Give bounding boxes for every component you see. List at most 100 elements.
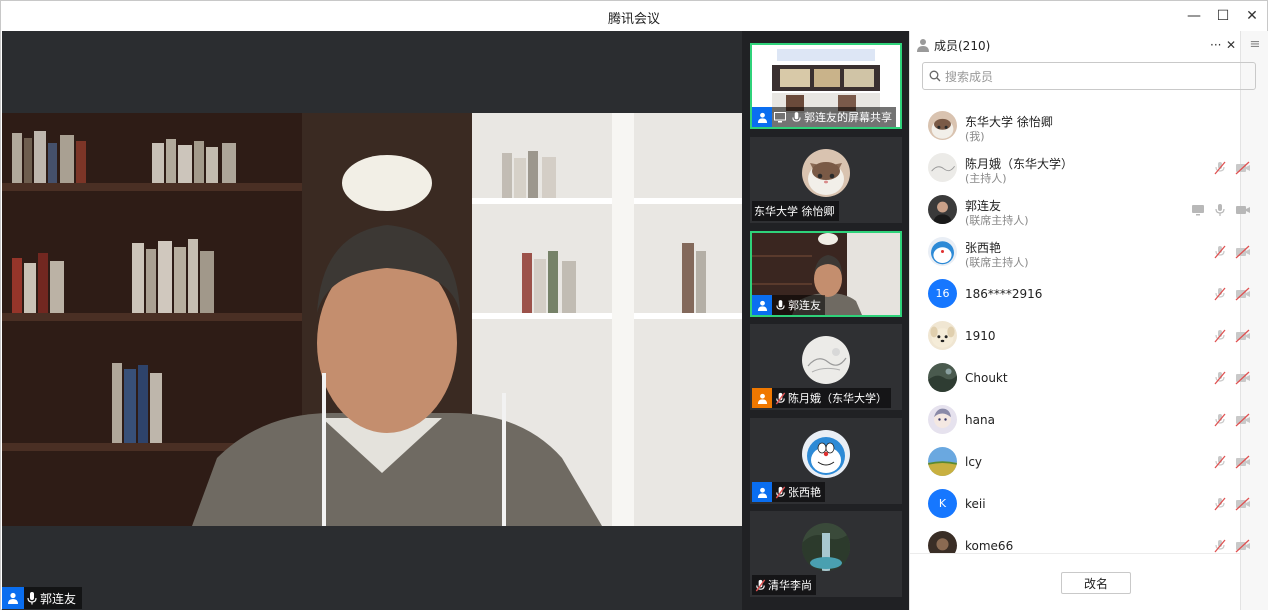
maximize-button[interactable]: ☐ <box>1212 6 1234 26</box>
microphone-muted-icon <box>1214 161 1226 175</box>
microphone-muted-icon <box>1214 245 1226 259</box>
more-options-button[interactable]: ··· <box>1210 38 1221 52</box>
doraemon-avatar <box>802 430 850 478</box>
tile-name: 张西艳 <box>788 486 821 499</box>
member-name: 186****2916 <box>965 287 1043 301</box>
member-status-icons <box>1213 413 1251 427</box>
member-role: (联席主持人) <box>965 214 1029 227</box>
member-status-icons <box>1213 371 1251 385</box>
member-name: lcy <box>965 455 983 469</box>
field-avatar <box>928 447 957 476</box>
member-name: Choukt <box>965 371 1008 385</box>
camera-off-icon <box>1235 371 1250 385</box>
tile-name: 陈月娥（东华大学） <box>788 392 887 405</box>
screen-share-icon <box>1192 205 1204 216</box>
member-icon <box>916 38 930 52</box>
cat-avatar <box>928 111 957 140</box>
microphone-icon <box>1215 204 1225 216</box>
search-members-field[interactable]: 搜索成员 <box>922 62 1256 90</box>
member-row[interactable]: 陈月娥（东华大学） (主持人) <box>910 147 1268 189</box>
doraemon-avatar <box>928 237 957 266</box>
title-bar: 腾讯会议 — ☐ ✕ <box>1 1 1267 31</box>
member-status-icons <box>1191 203 1251 217</box>
tile-label: 郭连友 <box>752 295 825 315</box>
microphone-muted-icon <box>1214 287 1226 301</box>
camera-off-icon <box>1235 539 1250 553</box>
member-row[interactable]: hana <box>910 399 1268 441</box>
microphone-muted-icon <box>1214 497 1226 511</box>
microphone-icon <box>772 295 788 315</box>
close-button[interactable]: ✕ <box>1241 6 1263 26</box>
member-role: (主持人) <box>965 172 1007 185</box>
member-row[interactable]: 1910 <box>910 315 1268 357</box>
tile-name: 东华大学 徐怡卿 <box>754 205 835 218</box>
tile-label: 东华大学 徐怡卿 <box>752 201 839 221</box>
cat-avatar <box>802 149 850 197</box>
member-name: hana <box>965 413 995 427</box>
member-panel-header: 成员(210) ··· ✕ <box>910 31 1240 59</box>
photo-avatar <box>928 195 957 224</box>
video-thumbnail-strip[interactable]: 郭连友的屏幕共享 东华大学 徐怡卿 郭连友 陈月娥（东华大学） 张西艳 清华李尚 <box>742 31 909 610</box>
camera-icon <box>1236 206 1250 214</box>
meeting-window: 腾讯会议 — ☐ ✕ 郭连友 郭连友的屏幕共享 东华大学 徐怡卿 郭连友 陈月娥… <box>0 0 1268 610</box>
tile-name: 郭连友 <box>788 299 821 312</box>
camera-off-icon <box>1235 455 1250 469</box>
member-count-title: 成员(210) <box>934 38 991 53</box>
landscape-avatar <box>802 523 850 571</box>
tile-name: 郭连友的屏幕共享 <box>804 111 892 124</box>
member-row[interactable]: 东华大学 徐怡卿 (我) <box>910 105 1268 147</box>
member-name: kome66 <box>965 539 1014 553</box>
member-status-icons <box>1213 497 1251 511</box>
video-tile[interactable]: 张西艳 <box>750 418 902 504</box>
tile-name: 清华李尚 <box>768 579 812 592</box>
speaker-video-frame <box>2 113 742 526</box>
camera-off-icon <box>1235 161 1250 175</box>
member-status-icons <box>1213 245 1251 259</box>
dark-avatar <box>928 531 957 553</box>
rename-button[interactable]: 改名 <box>1061 572 1131 594</box>
minimize-button[interactable]: — <box>1183 6 1205 26</box>
member-status-icons <box>1213 329 1251 343</box>
microphone-muted-icon <box>1214 539 1226 553</box>
camera-off-icon <box>1235 497 1250 511</box>
anime-avatar <box>928 405 957 434</box>
member-status-icons <box>1213 161 1251 175</box>
member-row[interactable]: lcy <box>910 441 1268 483</box>
member-role: (我) <box>965 130 985 143</box>
member-status-icons <box>1213 287 1251 301</box>
main-video <box>2 113 742 526</box>
member-name: keii <box>965 497 986 511</box>
member-row[interactable]: K keii <box>910 483 1268 525</box>
sketch-avatar <box>802 336 850 384</box>
video-tile[interactable]: 清华李尚 <box>750 511 902 597</box>
video-tile[interactable]: 郭连友 <box>750 231 902 317</box>
video-tile[interactable]: 郭连友的屏幕共享 <box>750 43 902 129</box>
tile-label: 张西艳 <box>752 482 825 502</box>
host-icon <box>752 388 772 408</box>
tile-label: 郭连友的屏幕共享 <box>752 107 896 127</box>
initials-avatar: K <box>928 489 957 518</box>
microphone-muted-icon <box>1214 455 1226 469</box>
window-title: 腾讯会议 <box>607 12 660 27</box>
screen-share-icon <box>772 107 788 127</box>
video-tile[interactable]: 陈月娥（东华大学） <box>750 324 902 410</box>
microphone-icon <box>788 107 804 127</box>
member-row[interactable]: 张西艳 (联席主持人) <box>910 231 1268 273</box>
microphone-icon <box>24 588 40 608</box>
microphone-muted-icon <box>772 482 788 502</box>
member-row[interactable]: 16 186****2916 <box>910 273 1268 315</box>
member-list[interactable]: 东华大学 徐怡卿 (我) 陈月娥（东华大学） (主持人) 郭连友 (联席主持人)… <box>910 105 1268 553</box>
menu-button[interactable]: ≡ <box>1245 35 1265 55</box>
member-row[interactable]: kome66 <box>910 525 1268 553</box>
member-name: 1910 <box>965 329 996 343</box>
member-panel-footer: 改名 <box>910 553 1240 610</box>
search-icon <box>929 70 941 82</box>
close-panel-button[interactable]: ✕ <box>1226 38 1236 52</box>
main-video-stage[interactable] <box>2 31 742 610</box>
member-row[interactable]: Choukt <box>910 357 1268 399</box>
member-status-icons <box>1213 455 1251 469</box>
dog-avatar <box>928 321 957 350</box>
search-placeholder: 搜索成员 <box>945 69 994 84</box>
video-tile[interactable]: 东华大学 徐怡卿 <box>750 137 902 223</box>
member-row[interactable]: 郭连友 (联席主持人) <box>910 189 1268 231</box>
